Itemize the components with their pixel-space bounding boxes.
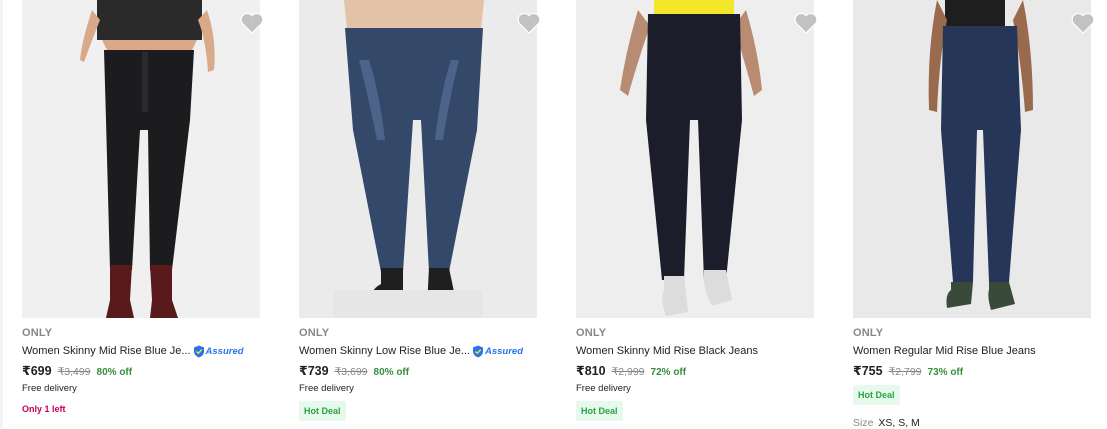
product-brand: ONLY xyxy=(299,327,330,339)
discount-percent: 80% off xyxy=(96,367,133,378)
assured-shield-icon xyxy=(193,345,204,357)
assured-label: Assured xyxy=(205,345,244,357)
product-grid: ONLY Women Skinny Mid Rise Blue Je... As… xyxy=(0,0,1107,429)
price-row: ₹810 ₹2,999 72% off xyxy=(576,363,686,378)
product-title-row[interactable]: Women Skinny Mid Rise Black Jeans xyxy=(576,343,758,359)
assured-shield-icon xyxy=(472,345,483,357)
wishlist-heart-icon[interactable] xyxy=(240,12,264,34)
size-values: XS, S, M xyxy=(878,417,920,429)
product-card[interactable]: ONLY Women Regular Mid Rise Blue Jeans ₹… xyxy=(853,0,1107,429)
price-row: ₹755 ₹2,799 73% off xyxy=(853,363,963,378)
product-title-row[interactable]: Women Skinny Low Rise Blue Je... Assured xyxy=(299,343,523,359)
stock-warning: Only 1 left xyxy=(22,404,66,414)
product-title-row[interactable]: Women Skinny Mid Rise Blue Je... Assured xyxy=(22,343,244,359)
original-price: ₹2,999 xyxy=(611,366,645,378)
product-image[interactable] xyxy=(299,0,537,318)
discount-percent: 73% off xyxy=(927,367,964,378)
product-title[interactable]: Women Skinny Low Rise Blue Je... xyxy=(299,345,470,357)
hot-deal-badge: Hot Deal xyxy=(853,385,900,405)
product-title[interactable]: Women Skinny Mid Rise Black Jeans xyxy=(576,345,758,357)
original-price: ₹3,499 xyxy=(57,366,91,378)
selling-price: ₹699 xyxy=(22,364,52,378)
product-image[interactable] xyxy=(576,0,814,318)
product-brand: ONLY xyxy=(853,327,884,339)
delivery-info: Free delivery xyxy=(22,383,77,394)
product-image[interactable] xyxy=(853,0,1091,318)
product-brand: ONLY xyxy=(22,327,53,339)
wishlist-heart-icon[interactable] xyxy=(1071,12,1095,34)
selling-price: ₹755 xyxy=(853,364,883,378)
size-label: Size xyxy=(853,417,874,429)
selling-price: ₹739 xyxy=(299,364,329,378)
product-card[interactable]: ONLY Women Skinny Mid Rise Black Jeans ₹… xyxy=(576,0,836,428)
product-title[interactable]: Women Regular Mid Rise Blue Jeans xyxy=(853,345,1036,357)
product-card[interactable]: ONLY Women Skinny Low Rise Blue Je... As… xyxy=(299,0,559,428)
price-row: ₹739 ₹3,699 80% off xyxy=(299,363,409,378)
selling-price: ₹810 xyxy=(576,364,606,378)
original-price: ₹3,699 xyxy=(334,366,368,378)
original-price: ₹2,799 xyxy=(888,366,922,378)
assured-badge: Assured xyxy=(472,345,523,358)
product-card[interactable]: ONLY Women Skinny Mid Rise Blue Je... As… xyxy=(22,0,282,428)
wishlist-heart-icon[interactable] xyxy=(517,12,541,34)
available-sizes: Size XS, S, M xyxy=(853,417,920,429)
delivery-info: Free delivery xyxy=(576,383,631,394)
product-title[interactable]: Women Skinny Mid Rise Blue Je... xyxy=(22,345,191,357)
wishlist-heart-icon[interactable] xyxy=(794,12,818,34)
discount-percent: 80% off xyxy=(373,367,410,378)
product-image[interactable] xyxy=(22,0,260,318)
product-title-row[interactable]: Women Regular Mid Rise Blue Jeans xyxy=(853,343,1036,359)
assured-badge: Assured xyxy=(193,345,244,358)
hot-deal-badge: Hot Deal xyxy=(576,401,623,421)
price-row: ₹699 ₹3,499 80% off xyxy=(22,363,132,378)
assured-label: Assured xyxy=(484,345,523,357)
hot-deal-badge: Hot Deal xyxy=(299,401,346,421)
delivery-info: Free delivery xyxy=(299,383,354,394)
discount-percent: 72% off xyxy=(650,367,687,378)
product-brand: ONLY xyxy=(576,327,607,339)
